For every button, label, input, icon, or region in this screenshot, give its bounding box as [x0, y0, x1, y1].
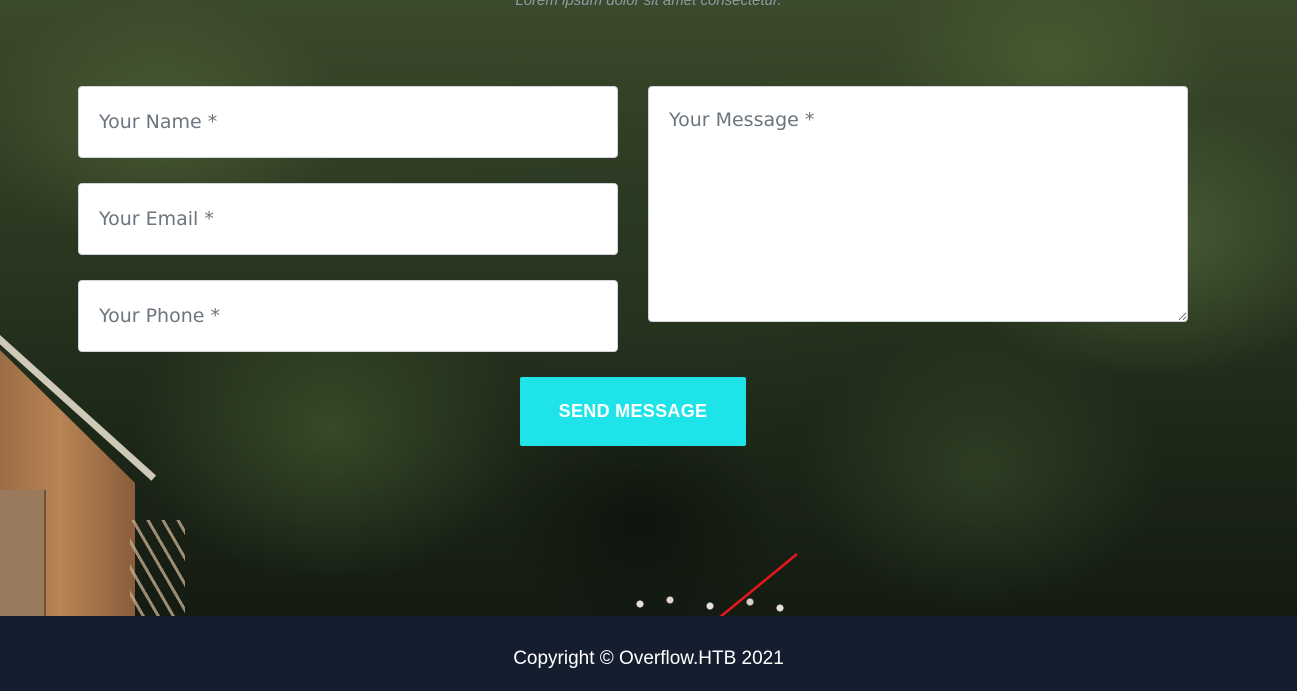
send-message-button[interactable]: SEND MESSAGE [520, 377, 746, 446]
section-subtitle: Lorem ipsum dolor sit amet consectetur. [515, 0, 782, 9]
copyright-text: Copyright © Overflow.HTB 2021 [513, 648, 784, 669]
phone-input[interactable] [78, 280, 618, 352]
message-textarea[interactable] [648, 86, 1188, 322]
email-input[interactable] [78, 183, 618, 255]
shed-railing [130, 520, 185, 616]
contact-page: Lorem ipsum dolor sit amet consectetur. … [0, 0, 1297, 691]
footer: Copyright © Overflow.HTB 2021 [0, 616, 1297, 691]
shed-door [0, 490, 46, 616]
name-input[interactable] [78, 86, 618, 158]
